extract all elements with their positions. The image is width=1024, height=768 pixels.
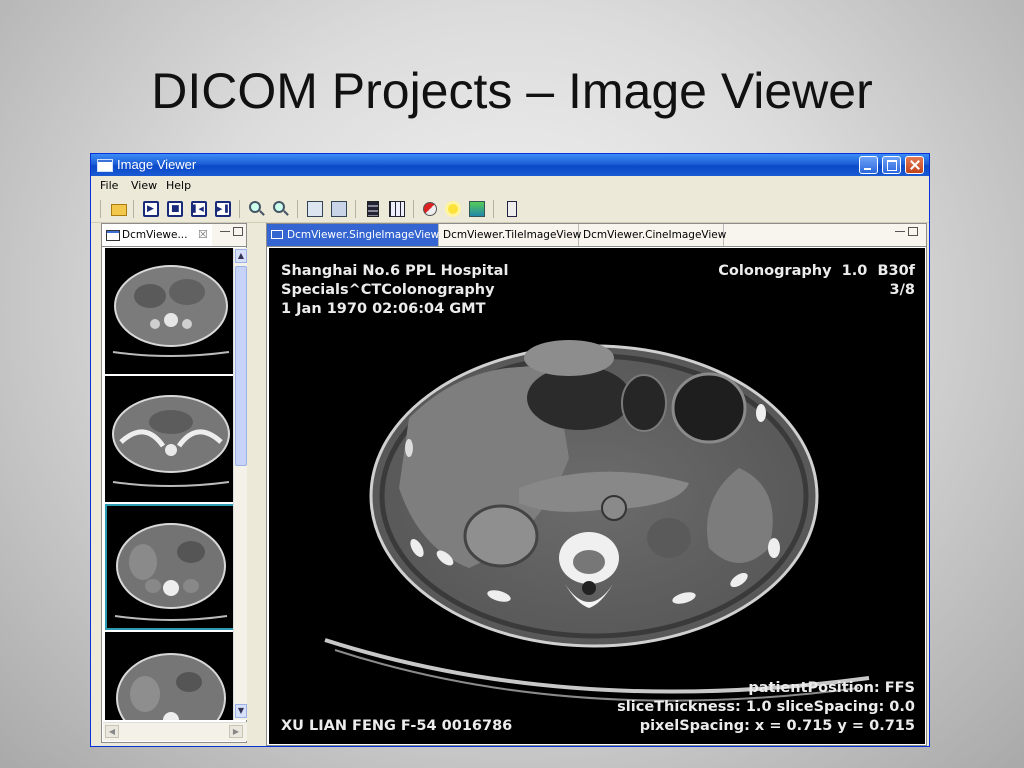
thumbnail-panel-tab[interactable]: DcmViewe... ☒ (102, 224, 212, 247)
slice-thickness-spacing: sliceThickness: 1.0 sliceSpacing: 0.0 (617, 699, 915, 715)
ct-thumbnail-image (114, 523, 228, 621)
first-frame-icon[interactable] (191, 201, 207, 217)
menu-file[interactable]: File (100, 176, 118, 196)
pixel-spacing: pixelSpacing: x = 0.715 y = 0.715 (639, 718, 915, 734)
grid-icon[interactable] (389, 201, 405, 217)
thumbnail-4[interactable] (105, 632, 233, 720)
study-datetime: 1 Jan 1970 02:06:04 GMT (281, 301, 486, 317)
toolbar-separator (297, 200, 298, 218)
scroll-down-icon[interactable]: ▼ (235, 704, 247, 718)
last-frame-icon[interactable] (215, 201, 231, 217)
zoom-in-icon[interactable] (249, 201, 261, 213)
study-description: Specials^CTColonography (281, 282, 495, 298)
ct-thumbnail-image (112, 395, 230, 487)
view-tabs: DcmViewer.SingleImageView DcmViewer.Tile… (267, 224, 926, 247)
film-strip-icon[interactable] (367, 201, 379, 217)
open-folder-icon[interactable] (111, 204, 127, 216)
overlay-top-left: Shanghai No.6 PPL Hospital Specials^CTCo… (281, 262, 508, 319)
exit-icon[interactable] (507, 201, 517, 217)
patient-info: XU LIAN FENG F-54 0016786 (281, 718, 513, 734)
tab-cine-image-view-label: DcmViewer.CineImageView (583, 229, 727, 241)
series-description: Colonography 1.0 B30f (718, 263, 915, 279)
scroll-right-icon[interactable]: ▶ (229, 725, 243, 738)
thumbnail-2[interactable] (105, 376, 233, 502)
ct-axial-slice-image (324, 340, 870, 702)
invert-icon[interactable] (423, 202, 437, 216)
hospital-name: Shanghai No.6 PPL Hospital (281, 263, 509, 279)
scroll-up-icon[interactable]: ▲ (235, 249, 247, 263)
panel-minimize-icon[interactable] (220, 231, 230, 233)
panel-maximize-icon[interactable] (233, 227, 243, 236)
window-level-icon[interactable] (469, 201, 485, 217)
dicom-image-viewport[interactable]: Shanghai No.6 PPL Hospital Specials^CTCo… (269, 248, 925, 744)
patient-position: patientPosition: FFS (748, 680, 915, 696)
image-viewer-window: Image Viewer File View Help ▶ ■ ▌◀ ▶▐ Dc… (90, 153, 930, 747)
zoom-out-icon[interactable] (273, 201, 285, 213)
view-maximize-icon[interactable] (908, 227, 918, 236)
overlay-bottom-right: patientPosition: FFS sliceThickness: 1.0… (617, 679, 915, 736)
window-title: Image Viewer (117, 157, 197, 172)
view-tab-icon (106, 230, 120, 241)
thumbnail-1[interactable] (105, 248, 233, 374)
ct-thumbnail-image (112, 265, 230, 357)
toolbar-separator (355, 200, 356, 218)
tab-cine-image-view[interactable]: DcmViewer.CineImageView (579, 224, 727, 246)
view-tab-icon (271, 230, 283, 239)
minimize-button[interactable] (859, 156, 878, 174)
toolbar-separator (100, 200, 101, 218)
tab-tile-image-view[interactable]: DcmViewer.TileImageView (439, 224, 582, 246)
film-icon[interactable] (331, 201, 347, 217)
toolbar-separator (413, 200, 414, 218)
thumbnail-3-selected[interactable] (105, 504, 233, 630)
tab-tile-image-view-label: DcmViewer.TileImageView (443, 229, 582, 241)
tab-single-image-view[interactable]: DcmViewer.SingleImageView (267, 224, 439, 246)
play-icon[interactable] (143, 201, 159, 217)
brightness-icon[interactable] (448, 204, 458, 214)
close-button[interactable] (905, 156, 924, 174)
stop-icon[interactable] (167, 201, 183, 217)
slide-title: DICOM Projects – Image Viewer (151, 63, 873, 119)
overlay-top-right: Colonography 1.0 B30f 3/8 (718, 262, 915, 300)
image-index: 3/8 (889, 282, 915, 298)
tab-single-image-view-label: DcmViewer.SingleImageView (287, 229, 440, 241)
thumbnail-vertical-scrollbar[interactable]: ▲ ▼ (233, 248, 247, 720)
scroll-left-icon[interactable]: ◀ (105, 725, 119, 738)
toolbar-separator (133, 200, 134, 218)
image-info-icon[interactable] (307, 201, 323, 217)
view-minimize-icon[interactable] (895, 231, 905, 233)
close-tab-icon[interactable]: ☒ (198, 224, 208, 246)
main-view-panel: DcmViewer.SingleImageView DcmViewer.Tile… (266, 223, 927, 746)
thumbnail-tab-label: DcmViewe... (122, 229, 188, 241)
toolbar-separator (239, 200, 240, 218)
title-bar[interactable]: Image Viewer (91, 154, 929, 176)
menu-bar: File View Help (91, 176, 929, 196)
thumbnail-horizontal-scrollbar[interactable]: ◀ ▶ (103, 722, 247, 741)
ct-thumbnail-image (116, 653, 226, 720)
toolbar-separator (493, 200, 494, 218)
scrollbar-thumb[interactable] (235, 266, 247, 466)
window-app-icon (97, 159, 113, 172)
maximize-button[interactable] (882, 156, 901, 174)
menu-help[interactable]: Help (166, 176, 191, 196)
menu-view[interactable]: View (131, 176, 157, 196)
toolbar (91, 196, 929, 223)
thumbnail-list[interactable] (103, 248, 233, 720)
thumbnail-panel: DcmViewe... ☒ ▲ ▼ ◀ ▶ (101, 223, 247, 743)
